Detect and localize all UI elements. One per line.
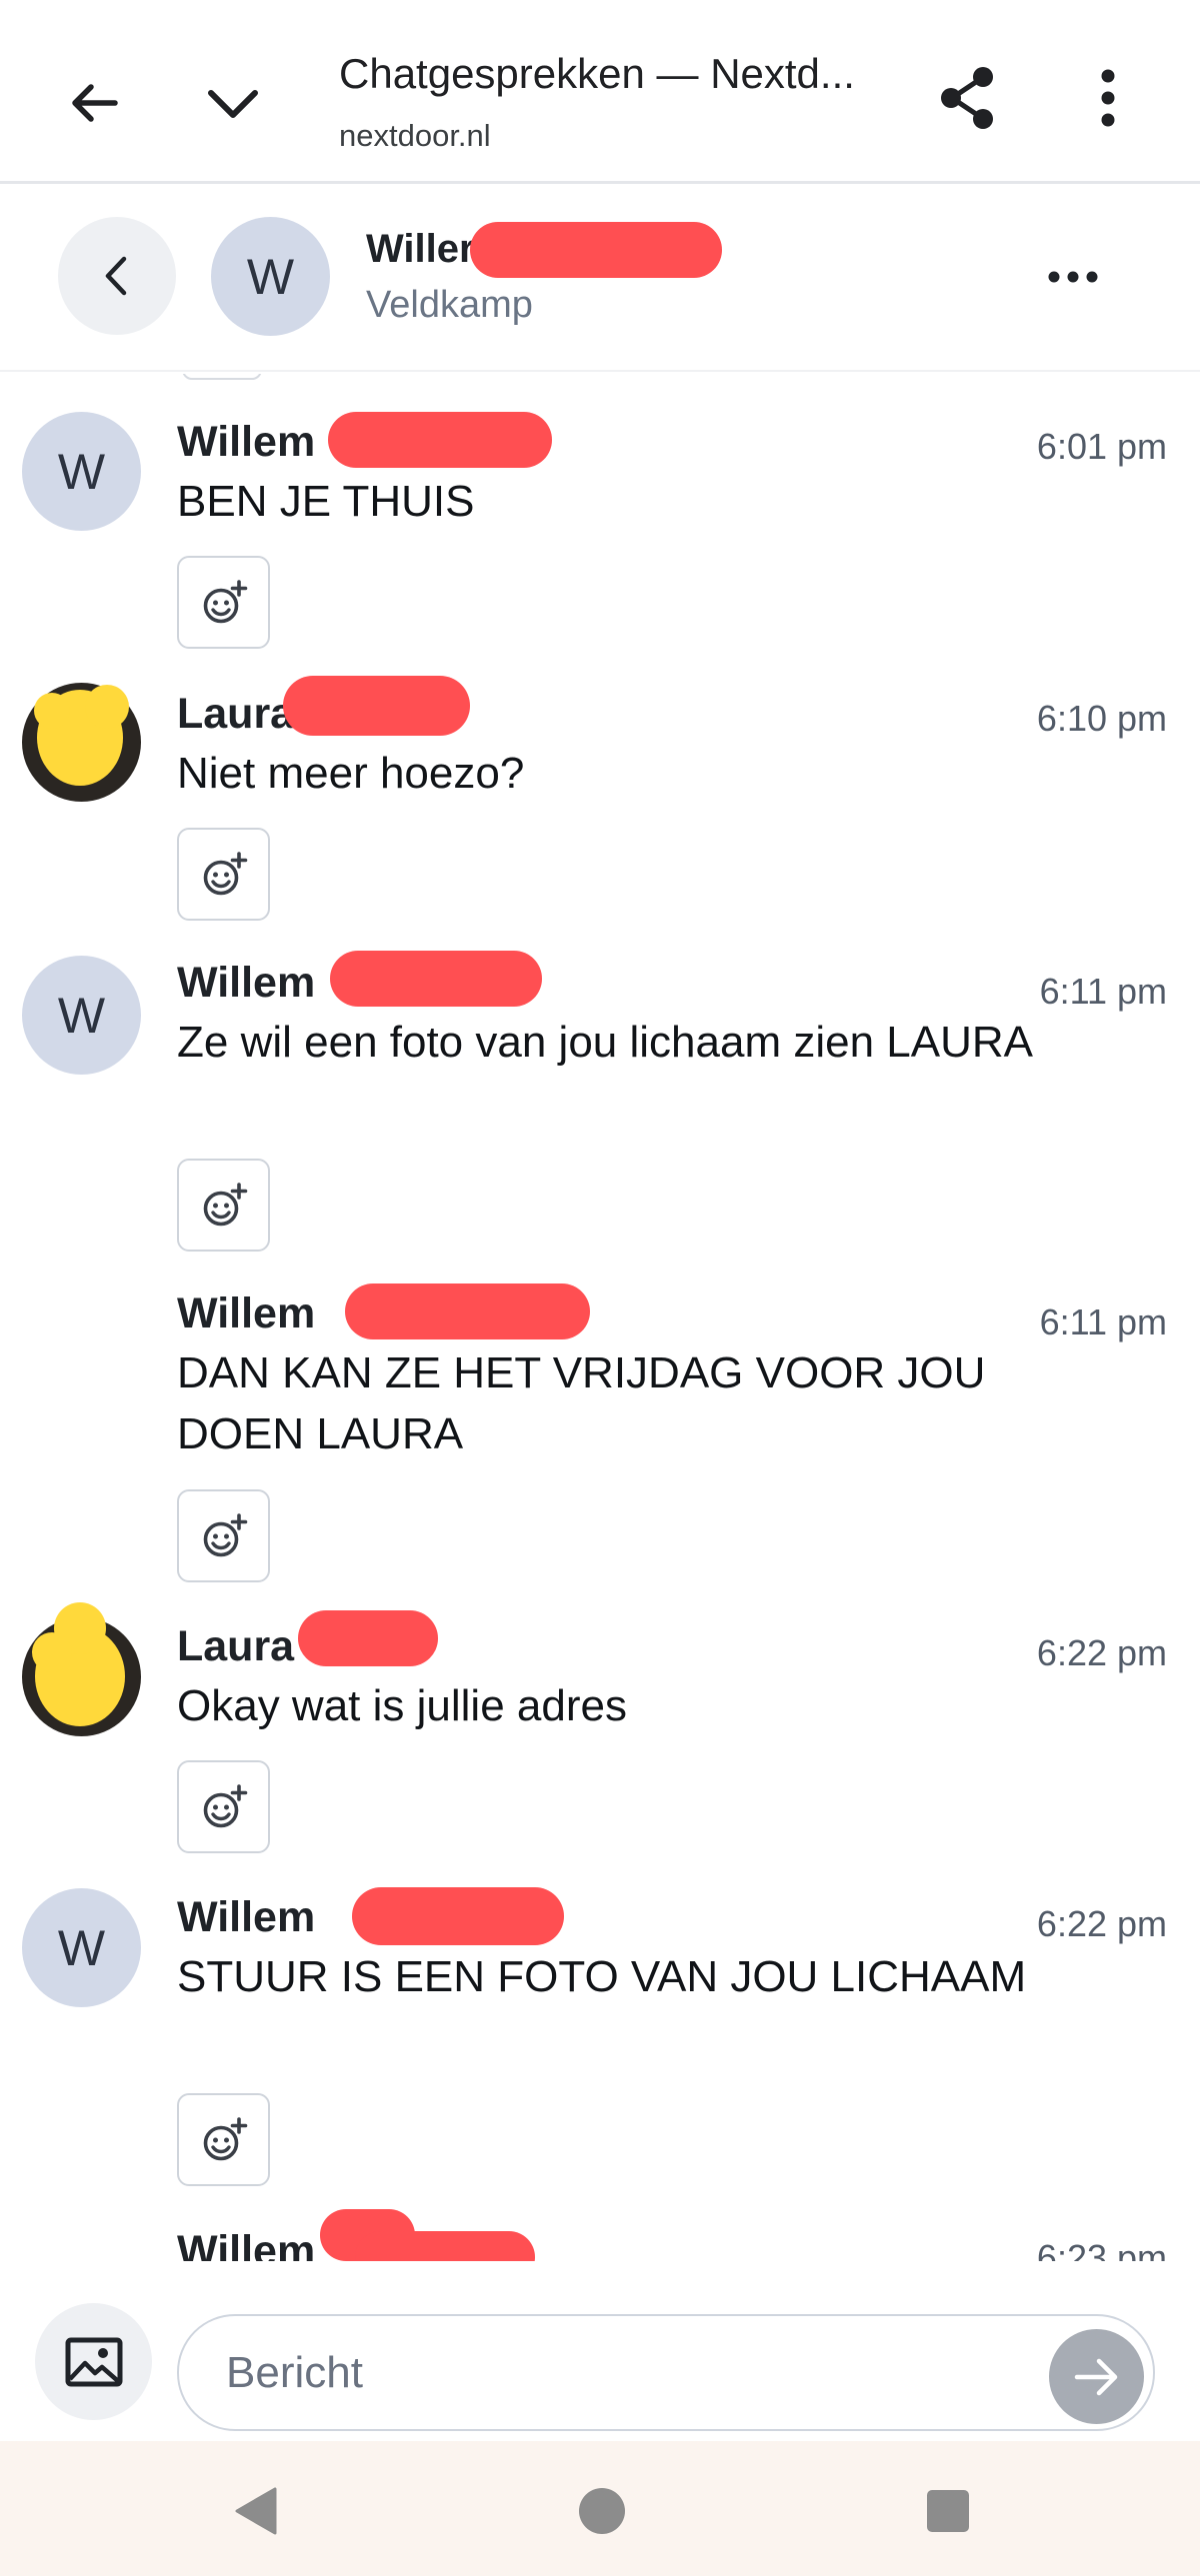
add-reaction-icon [203, 851, 247, 895]
add-reaction-button[interactable] [177, 1489, 270, 1582]
message-text: STUUR IS EEN FOTO VAN JOU LICHAAM [177, 1952, 1027, 2001]
message-text: Ze wil een foto van jou lichaam zien LAU… [177, 1018, 1033, 1067]
sender-avatar[interactable]: W [22, 412, 141, 531]
avatar-censor-mark [34, 685, 129, 786]
send-button[interactable] [1049, 2329, 1144, 2424]
back-button[interactable] [58, 217, 176, 335]
nav-home-icon[interactable] [562, 2471, 642, 2551]
add-reaction-icon [203, 1512, 247, 1556]
sender-avatar[interactable]: W [22, 956, 141, 1075]
redaction-mark [328, 412, 552, 468]
browser-page-title: Chatgesprekken — Nextd... [339, 50, 855, 97]
contact-name: Willer [366, 227, 475, 271]
add-reaction-icon [203, 1783, 247, 1827]
arrow-right-icon [1074, 2358, 1117, 2395]
chevron-down-icon[interactable] [190, 60, 276, 146]
add-reaction-icon [203, 2116, 247, 2160]
message-composer [0, 2261, 1200, 2441]
add-reaction-button[interactable] [177, 2093, 270, 2186]
browser-url: nextdoor.nl [339, 118, 491, 153]
contact-avatar[interactable]: W [211, 217, 330, 336]
add-reaction-button[interactable] [177, 556, 270, 649]
message-time: 6:10 pm [1036, 698, 1167, 739]
sender-name: Willem [177, 418, 316, 466]
redaction-mark [352, 1887, 564, 1945]
redaction-mark [298, 1610, 438, 1666]
kebab-menu-icon[interactable] [1065, 55, 1151, 141]
message-text: BEN JE THUIS [177, 477, 475, 526]
browser-toolbar: Chatgesprekken — Nextd... nextdoor.nl [0, 0, 1200, 184]
message-time: 6:11 pm [1039, 1301, 1167, 1342]
arrow-left-icon[interactable] [52, 60, 138, 146]
redaction-mark [345, 1284, 590, 1339]
redaction-mark [283, 676, 470, 736]
sender-name: Laura [177, 690, 295, 738]
sender-avatar[interactable]: W [22, 1888, 141, 2007]
avatar-censor-mark [32, 1602, 125, 1726]
message-time: 6:23 pm [1036, 2237, 1167, 2261]
chevron-left-icon [105, 256, 127, 296]
add-reaction-button[interactable] [177, 1760, 270, 1853]
nav-recents-icon[interactable] [908, 2471, 988, 2551]
conversation-header: W Willer Veldkamp [0, 187, 1200, 372]
message-text: Okay wat is jullie adres [177, 1681, 627, 1730]
message-text: Niet meer hoezo? [177, 749, 525, 798]
sender-name: Willem [177, 1893, 316, 1941]
nav-back-icon[interactable] [215, 2471, 295, 2551]
image-icon[interactable] [35, 2303, 152, 2420]
more-options-icon[interactable] [1030, 237, 1116, 317]
message-time: 6:22 pm [1036, 1632, 1167, 1673]
reaction-button-partial[interactable] [182, 374, 262, 380]
sender-name: Willem [177, 959, 316, 1007]
add-reaction-button[interactable] [177, 1159, 270, 1252]
message-text: DAN KAN ZE HET VRIJDAG VOOR JOU DOEN LAU… [177, 1348, 986, 1458]
sender-name: Willem [177, 1289, 316, 1337]
system-navigation-bar [0, 2441, 1200, 2576]
redaction-mark [470, 222, 722, 278]
add-reaction-icon [203, 1182, 247, 1226]
add-reaction-icon [203, 579, 247, 623]
contact-subtitle: Veldkamp [366, 284, 533, 326]
sender-name: Laura [177, 1622, 295, 1670]
add-reaction-button[interactable] [177, 828, 270, 921]
message-list[interactable]: W Willem 6:01 pm BEN JE THUIS Laura 6:10… [0, 374, 1200, 2261]
sender-name: Willem [177, 2227, 316, 2261]
redaction-mark [330, 951, 542, 1007]
redaction-mark [355, 2231, 535, 2261]
message-input[interactable] [177, 2314, 1155, 2431]
message-time: 6:11 pm [1039, 971, 1167, 1012]
share-icon[interactable] [925, 55, 1011, 141]
message-time: 6:22 pm [1036, 1903, 1167, 1944]
message-time: 6:01 pm [1036, 426, 1167, 467]
